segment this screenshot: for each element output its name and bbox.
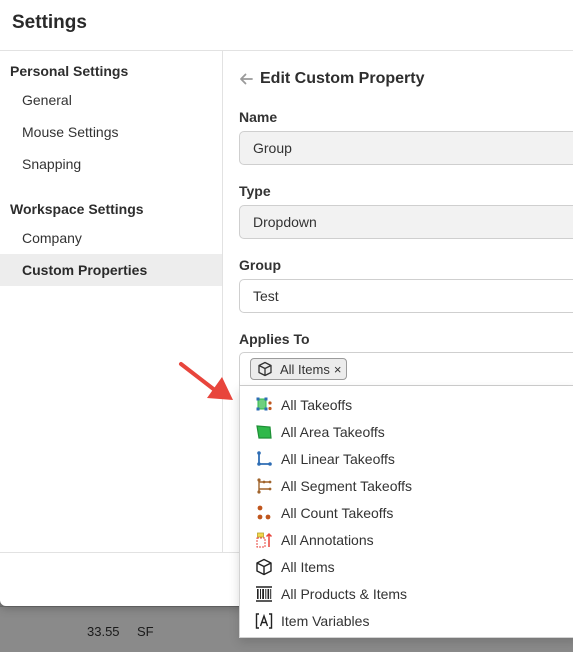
- edit-title: Edit Custom Property: [260, 70, 425, 87]
- segment-takeoff-icon: [257, 477, 272, 494]
- barcode-icon: [256, 585, 272, 602]
- area-takeoff-icon: [256, 424, 272, 439]
- sidebar-divider: [222, 51, 223, 552]
- group-label: Group: [239, 257, 281, 273]
- option-all-takeoffs[interactable]: All Takeoffs: [240, 391, 573, 418]
- header-divider: [0, 50, 573, 51]
- background-quantity: 33.55: [87, 624, 120, 639]
- applies-to-label: Applies To: [239, 331, 310, 347]
- footer-divider: [0, 552, 240, 553]
- option-label: All Area Takeoffs: [281, 423, 385, 440]
- modal-title: Settings: [12, 12, 87, 33]
- option-all-segment-takeoffs[interactable]: All Segment Takeoffs: [240, 472, 573, 499]
- option-label: All Segment Takeoffs: [281, 477, 413, 494]
- option-item-variables[interactable]: Item Variables: [240, 607, 573, 634]
- name-field[interactable]: Group: [239, 131, 573, 165]
- workspace-settings-heading: Workspace Settings: [10, 201, 144, 217]
- type-label: Type: [239, 183, 271, 199]
- sidebar-item-mouse-settings[interactable]: Mouse Settings: [0, 116, 222, 148]
- option-label: Item Variables: [281, 612, 370, 629]
- annotation-icon: [256, 532, 273, 547]
- option-label: All Annotations: [281, 531, 374, 548]
- arrow-left-icon: [240, 73, 253, 85]
- name-label: Name: [239, 109, 278, 125]
- count-takeoff-icon: [257, 505, 271, 519]
- option-all-products-items[interactable]: All Products & Items: [240, 580, 573, 607]
- option-label: All Products & Items: [281, 585, 408, 602]
- close-icon[interactable]: ×: [334, 362, 342, 377]
- type-field[interactable]: Dropdown: [239, 205, 573, 239]
- background-unit: SF: [137, 624, 154, 639]
- option-all-count-takeoffs[interactable]: All Count Takeoffs: [240, 499, 573, 526]
- cube-icon: [256, 558, 272, 575]
- personal-settings-heading: Personal Settings: [10, 63, 129, 79]
- option-all-area-takeoffs[interactable]: All Area Takeoffs: [240, 418, 573, 445]
- applies-to-multiselect[interactable]: All Items ×: [239, 352, 573, 386]
- option-all-linear-takeoffs[interactable]: All Linear Takeoffs: [240, 445, 573, 472]
- sidebar-item-custom-properties[interactable]: Custom Properties: [0, 254, 222, 286]
- sidebar-item-company[interactable]: Company: [0, 222, 222, 254]
- variable-bracket-icon: [255, 612, 273, 629]
- applies-to-dropdown: All Takeoffs All Area Takeoffs All Linea…: [239, 386, 573, 638]
- option-label: All Linear Takeoffs: [281, 450, 395, 467]
- takeoffs-icon: [256, 397, 272, 410]
- selected-chip-all-items[interactable]: All Items ×: [250, 358, 348, 380]
- option-label: All Items: [281, 558, 335, 575]
- linear-takeoff-icon: [257, 450, 272, 466]
- sidebar-item-general[interactable]: General: [0, 84, 222, 116]
- option-all-annotations[interactable]: All Annotations: [240, 526, 573, 553]
- cube-icon: [258, 361, 272, 377]
- option-label: All Takeoffs: [281, 396, 353, 413]
- option-label: All Count Takeoffs: [281, 504, 394, 521]
- option-all-items[interactable]: All Items: [240, 553, 573, 580]
- sidebar-item-snapping[interactable]: Snapping: [0, 148, 222, 180]
- group-field[interactable]: Test: [239, 279, 573, 313]
- pointer-arrow-annotation: [179, 362, 233, 400]
- back-button[interactable]: Edit Custom Property: [238, 68, 424, 90]
- chip-label: All Items: [280, 361, 330, 377]
